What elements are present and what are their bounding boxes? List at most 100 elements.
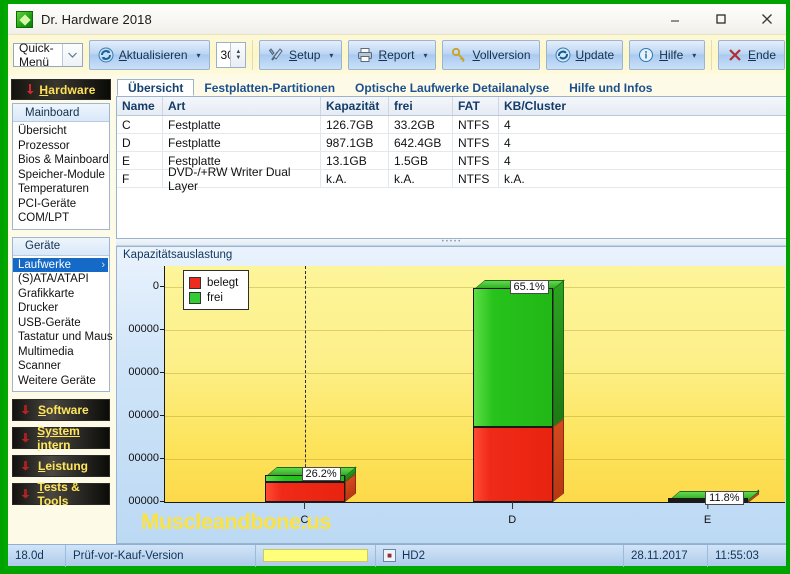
- chart-x-tick-mark: [304, 501, 306, 509]
- table-column-header[interactable]: FAT: [453, 97, 499, 115]
- sidebar-item-tastatur-und-maus[interactable]: Tastatur und Maus: [13, 330, 113, 345]
- sidebar-item-label: Grafikkarte: [18, 287, 75, 300]
- sidebar-item-label: Prozessor: [18, 139, 70, 152]
- chart-x-tick-c: C: [301, 501, 308, 526]
- maximize-icon[interactable]: [698, 4, 744, 34]
- table-row[interactable]: C Festplatte 126.7GB 33.2GB NTFS 4: [117, 116, 786, 134]
- close-icon[interactable]: [744, 4, 786, 34]
- sidebar-item-bios-mainboard[interactable]: Bios & Mainboard: [13, 153, 109, 168]
- sidebar-item-multimedia[interactable]: Multimedia: [13, 345, 109, 360]
- tab-bar: Übersicht Festplatten-Partitionen Optische…: [116, 79, 786, 96]
- minimize-icon[interactable]: [652, 4, 698, 34]
- sidebar-item-drucker[interactable]: Drucker: [13, 301, 109, 316]
- setup-caret-icon[interactable]: ▾: [329, 51, 333, 60]
- panel-splitter[interactable]: •••••: [116, 239, 786, 246]
- chart-bar-d[interactable]: [472, 279, 565, 502]
- sidebar-item-scanner[interactable]: Scanner: [13, 359, 109, 374]
- navigation-sidebar: Hardware Mainboard Übersicht Prozessor Bios…: [8, 79, 114, 549]
- table-cell: 4: [504, 153, 511, 168]
- hilfe-button[interactable]: Hilfe ▾: [629, 40, 706, 70]
- ende-button[interactable]: Ende: [717, 40, 785, 70]
- chart-value-label-c: 26.2%: [301, 466, 341, 481]
- sidebar-item-label: Temperaturen: [18, 183, 89, 196]
- table-column-header[interactable]: KB/Cluster: [499, 97, 786, 115]
- sidebar-header-hardware[interactable]: Hardware: [11, 79, 111, 100]
- status-date: 28.11.2017: [624, 544, 708, 567]
- update-button[interactable]: Update: [545, 40, 624, 70]
- sidebar-button-label: System intern: [37, 424, 80, 452]
- vollversion-button[interactable]: Vollversion: [442, 40, 540, 70]
- table-row[interactable]: F DVD-/+RW Writer Dual Layer k.A. k.A. NTFS k…: [117, 165, 786, 193]
- table-column-header[interactable]: Name: [117, 97, 163, 115]
- pin-icon: [26, 83, 34, 96]
- interval-stepper[interactable]: 30 ▲ ▼: [215, 42, 247, 68]
- sidebar-item-s-ata-atapi[interactable]: (S)ATA/ATAPI: [13, 272, 109, 287]
- sidebar-group-title: Mainboard: [13, 104, 109, 122]
- sidebar-button-system-intern[interactable]: System intern: [12, 424, 110, 452]
- chart-title: Kapazitätsauslastung: [123, 249, 233, 261]
- chart-y-tick-mark: [160, 501, 165, 502]
- chart-bar-segment-free: [472, 288, 553, 428]
- refresh-button[interactable]: AAktualisierenktualisieren ▾: [88, 40, 210, 70]
- application-window: Dr. Hardware 2018 Quick-Menü Aktualisier…: [0, 0, 790, 574]
- table-column-header[interactable]: Art: [163, 97, 321, 115]
- chart-y-tick-label: 00000: [118, 366, 165, 378]
- chart-y-tick-mark: [160, 458, 165, 460]
- exit-icon: [729, 49, 741, 61]
- sidebar-list: Laufwerke (S)ATA/ATAPIGrafikkarte DruckerU…: [13, 256, 113, 392]
- sidebar-group-geräte: Geräte Laufwerke (S)ATA/ATAPIGrafikkarte Dr…: [12, 236, 113, 392]
- chart-x-tick-label: D: [508, 514, 517, 526]
- chevron-down-icon[interactable]: [61, 44, 82, 66]
- tab-hilfe-und-infos[interactable]: Hilfe und Infos: [559, 79, 662, 96]
- sidebar-button-tests-tools[interactable]: Tests & Tools: [12, 480, 110, 508]
- sidebar-button-leistung[interactable]: Leistung: [12, 455, 110, 477]
- quick-menu-select[interactable]: Quick-Menü: [13, 41, 83, 69]
- table-body: C Festplatte 126.7GB 33.2GB NTFS 4 D Festplatte…: [117, 116, 786, 193]
- hilfe-caret-icon[interactable]: ▾: [692, 51, 696, 60]
- tab-bersicht[interactable]: Übersicht: [117, 79, 195, 96]
- table-column-header[interactable]: frei: [389, 97, 453, 115]
- sidebar-item-laufwerke[interactable]: Laufwerke: [13, 257, 108, 272]
- table-cell: 13.1GB: [321, 152, 389, 169]
- sidebar-group-title: Geräte: [13, 237, 109, 256]
- table-column-header[interactable]: Kapazität: [321, 97, 389, 115]
- sidebar-item-pci-ger-te[interactable]: PCI-Geräte: [13, 197, 109, 212]
- sidebar-item-weitere-ger-te[interactable]: Weitere Geräte: [13, 374, 109, 389]
- table-row[interactable]: D Festplatte 987.1GB 642.4GB NTFS 4: [117, 134, 786, 152]
- chart-legend-swatch: [189, 291, 201, 304]
- refresh-caret-icon[interactable]: ▾: [197, 51, 201, 60]
- sidebar-item-grafikkarte[interactable]: Grafikkarte: [13, 287, 109, 302]
- sidebar-item-usb-ger-te[interactable]: USB-Geräte: [13, 316, 109, 331]
- chart-y-tick-label: 00000: [118, 452, 165, 464]
- table-cell: E: [117, 152, 163, 169]
- chart-bar-side-free: [552, 279, 564, 428]
- setup-button[interactable]: Setup ▾: [259, 40, 343, 70]
- info-icon: [639, 48, 654, 62]
- splitter-grip-icon: •••••: [441, 239, 463, 245]
- content-pane: Übersicht Festplatten-Partitionen Optische…: [116, 79, 786, 549]
- tools-icon: [268, 48, 283, 61]
- chart-y-tick-label: 0: [118, 280, 165, 292]
- chart-bar-segment-used: [472, 427, 553, 502]
- report-button[interactable]: Report ▾: [348, 40, 437, 70]
- report-caret-icon[interactable]: ▾: [423, 51, 427, 60]
- tab-optische-laufwerke-detailanalyse[interactable]: Optische Laufwerke Detailanalyse: [345, 79, 559, 96]
- hilfe-button-label: Hilfe: [659, 48, 684, 62]
- sidebar-item-label: (S)ATA/ATAPI: [18, 273, 89, 286]
- status-version: 18.0d: [8, 544, 66, 567]
- table-cell: 4: [504, 117, 511, 132]
- sidebar-item-bersicht[interactable]: Übersicht: [13, 124, 109, 139]
- tab-festplatten-partitionen[interactable]: Festplatten-Partitionen: [194, 79, 345, 96]
- sidebar-item-temperaturen[interactable]: Temperaturen: [13, 182, 109, 197]
- main-toolbar: Quick-Menü AAktualisierenktualisieren ▾ …: [8, 34, 786, 75]
- sidebar-item-com-lpt[interactable]: COM/LPT: [13, 211, 109, 226]
- stepper-arrows-icon[interactable]: ▲ ▼: [230, 43, 246, 67]
- sidebar-button-software[interactable]: Software: [12, 399, 110, 421]
- sidebar-item-prozessor[interactable]: Prozessor: [13, 139, 109, 154]
- chart-y-tick-label: 00000: [118, 409, 165, 421]
- sidebar-item-speicher-module[interactable]: Speicher-Module: [13, 168, 109, 183]
- sidebar-item-label: Laufwerke: [18, 258, 72, 271]
- sidebar-buttons: Software System intern Leistung Tests & Too…: [8, 399, 114, 508]
- sidebar-item-label: Scanner: [18, 360, 61, 373]
- ende-button-label: Ende: [747, 48, 776, 62]
